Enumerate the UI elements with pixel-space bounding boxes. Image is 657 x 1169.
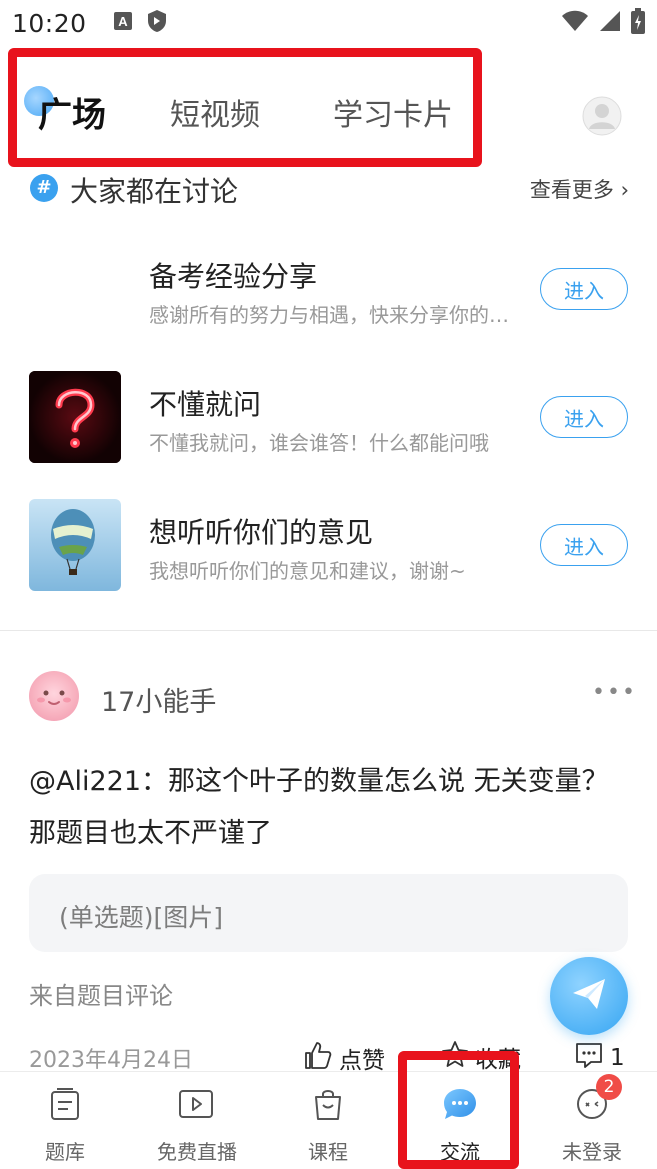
user-avatar-icon[interactable]: [582, 96, 622, 136]
nav-label: 免费直播: [157, 1140, 237, 1164]
nav-label: 未登录: [562, 1140, 622, 1164]
tab-short-video[interactable]: 短视频: [170, 90, 260, 134]
section-title: 大家都在讨论: [70, 175, 239, 208]
like-label: 点赞: [339, 1048, 385, 1074]
shield-icon: [147, 9, 167, 37]
signal-icon: [599, 10, 621, 36]
hot-air-balloon-thumbnail: [29, 499, 121, 591]
see-more-link[interactable]: 查看更多 ›: [530, 174, 629, 204]
chat-bubble-icon: [438, 1082, 482, 1126]
notification-badge: 2: [596, 1074, 622, 1100]
battery-icon: [631, 8, 645, 38]
course-bag-icon: [306, 1082, 350, 1126]
discussion-section-header: # 大家都在讨论 查看更多 ›: [0, 170, 657, 210]
nav-label: 课程: [308, 1140, 348, 1164]
text-a-icon: A: [113, 11, 133, 35]
favorite-label: 收藏: [475, 1047, 521, 1073]
enter-button[interactable]: 进入: [540, 524, 628, 566]
topic-description: 感谢所有的努力与相遇，快来分享你的备考经验吧: [149, 303, 524, 327]
nav-free-live[interactable]: 免费直播: [137, 1082, 257, 1165]
live-video-icon: [175, 1082, 219, 1126]
post-date: 2023年4月24日: [29, 1048, 193, 1073]
topic-title: 备考经验分享: [149, 260, 318, 293]
see-more-label: 查看更多: [529, 178, 614, 202]
topic-thumbnail: [29, 243, 121, 335]
post-source: 来自题目评论: [29, 982, 173, 1010]
nav-profile[interactable]: 2 未登录: [532, 1074, 652, 1165]
enter-button[interactable]: 进入: [540, 396, 628, 438]
enter-button[interactable]: 进入: [540, 268, 628, 310]
post-author-avatar[interactable]: [29, 671, 79, 721]
status-bar: 10:20 A: [0, 0, 657, 46]
topic-item[interactable]: 不懂就问 不懂我就问，谁会谁答！什么都能问哦 进入: [0, 371, 657, 471]
tab-study-cards[interactable]: 学习卡片: [333, 90, 453, 134]
top-tab-bar: 广场 短视频 学习卡片: [0, 48, 657, 174]
topic-title: 想听听你们的意见: [149, 516, 374, 549]
comment-count: 1: [610, 1045, 625, 1071]
hashtag-icon: #: [30, 174, 58, 202]
topic-description: 不懂我就问，谁会谁答！什么都能问哦: [149, 431, 489, 455]
nav-label: 交流: [440, 1140, 480, 1164]
status-time: 10:20: [12, 8, 87, 38]
question-bank-icon: [43, 1082, 87, 1126]
guest-avatar-icon: 2: [570, 1074, 622, 1126]
nav-community[interactable]: 交流: [400, 1082, 520, 1165]
quoted-question-card[interactable]: (单选题)[图片]: [29, 874, 628, 952]
neon-question-mark-thumbnail: [29, 371, 121, 463]
tab-plaza[interactable]: 广场: [38, 88, 106, 137]
post-content[interactable]: @Ali221：那这个叶子的数量怎么说 无关变量？那题目也太不严谨了: [29, 756, 619, 860]
svg-text:A: A: [118, 14, 128, 29]
nav-label: 题库: [45, 1140, 85, 1164]
star-icon: [441, 1040, 469, 1074]
topic-item[interactable]: 想听听你们的意见 我想听听你们的意见和建议，谢谢~ 进入: [0, 499, 657, 599]
wifi-icon: [561, 10, 589, 36]
post-author-name[interactable]: 17小能手: [101, 680, 216, 719]
nav-courses[interactable]: 课程: [268, 1082, 388, 1165]
post-fab[interactable]: [550, 957, 628, 1035]
topic-item[interactable]: 备考经验分享 感谢所有的努力与相遇，快来分享你的备考经验吧 进入: [0, 243, 657, 343]
topic-description: 我想听听你们的意见和建议，谢谢~: [149, 559, 466, 583]
more-options-icon[interactable]: •••: [592, 680, 637, 705]
quoted-question-text: (单选题)[图片]: [59, 903, 224, 932]
favorite-button[interactable]: 收藏: [441, 1040, 521, 1074]
topic-title: 不懂就问: [149, 388, 262, 421]
paper-plane-icon: [570, 975, 608, 1017]
bottom-navigation: 题库 免费直播 课程 交流 2 未登录: [0, 1071, 657, 1169]
section-divider: [0, 630, 657, 631]
nav-question-bank[interactable]: 题库: [5, 1082, 125, 1165]
chevron-right-icon: ›: [613, 178, 629, 202]
